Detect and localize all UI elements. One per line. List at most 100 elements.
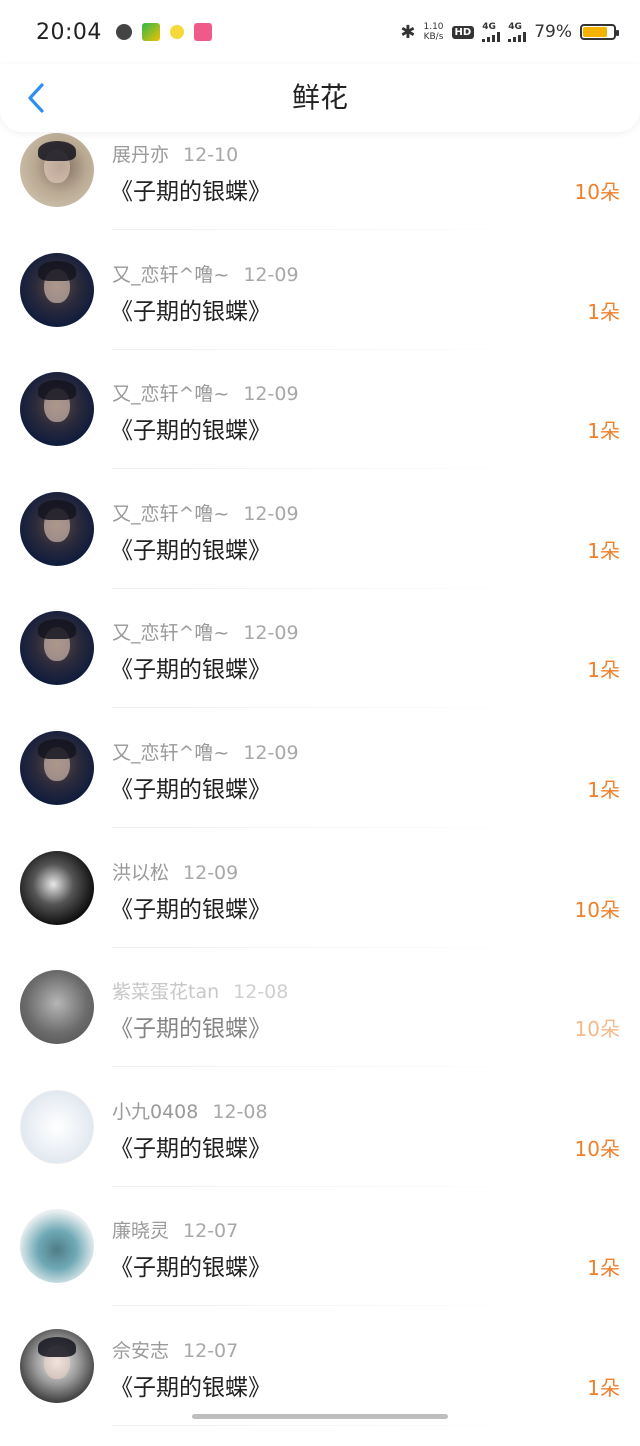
work-title[interactable]: 《子期的银蝶》	[110, 1248, 271, 1282]
item-meta: 廉晓灵 12-07	[112, 1216, 238, 1243]
battery-icon	[580, 24, 619, 40]
list-item[interactable]: 佘安志 12-07 《子期的银蝶》 1朵	[0, 1326, 640, 1446]
date: 12-08	[233, 981, 289, 1004]
avatar[interactable]	[20, 372, 94, 447]
divider	[112, 587, 552, 589]
item-meta: 洪以松 12-09	[112, 858, 238, 885]
nav-header: 鲜花	[0, 64, 640, 132]
list-item[interactable]: 又_恋轩^噜~ 12-09 《子期的银蝶》 1朵	[0, 608, 640, 728]
item-meta: 展丹亦 12-10	[112, 140, 238, 167]
list-item[interactable]: 又_恋轩^噜~ 12-09 《子期的银蝶》 1朵	[0, 250, 640, 370]
divider	[112, 348, 552, 350]
username[interactable]: 展丹亦	[112, 144, 169, 166]
list-item[interactable]: 洪以松 12-09 《子期的银蝶》 10朵	[0, 848, 640, 968]
signal-4g-1: 4G	[482, 22, 501, 42]
username[interactable]: 又_恋轩^噜~	[112, 503, 229, 525]
list-item[interactable]: 小九0408 12-08 《子期的银蝶》 10朵	[0, 1087, 640, 1207]
notification-icons	[115, 23, 212, 41]
avatar[interactable]	[20, 1328, 94, 1403]
home-indicator[interactable]	[192, 1414, 448, 1419]
battery-level	[583, 27, 607, 37]
avatar[interactable]	[20, 1209, 94, 1284]
avatar[interactable]	[20, 850, 94, 925]
username[interactable]: 廉晓灵	[112, 1220, 169, 1242]
list-item[interactable]: 展丹亦 12-10 《子期的银蝶》 10朵	[0, 130, 640, 250]
date: 12-09	[183, 861, 239, 884]
item-meta: 又_恋轩^噜~ 12-09	[112, 379, 299, 406]
hd-icon: HD	[451, 25, 475, 39]
divider	[112, 468, 552, 470]
network-speed: 1.10 KB/s	[423, 22, 443, 42]
item-meta: 小九0408 12-08	[112, 1097, 268, 1124]
divider	[112, 1185, 552, 1187]
username[interactable]: 小九0408	[112, 1101, 198, 1123]
list-item[interactable]: 又_恋轩^噜~ 12-09 《子期的银蝶》 1朵	[0, 489, 640, 609]
network-speed-value: 1.10	[423, 22, 444, 32]
username[interactable]: 又_恋轩^噜~	[112, 264, 229, 286]
date: 12-07	[183, 1220, 239, 1243]
username[interactable]: 又_恋轩^噜~	[112, 622, 229, 644]
page-title: 鲜花	[291, 81, 348, 114]
date: 12-09	[243, 263, 299, 286]
app-notification-icon	[141, 23, 160, 41]
avatar-hair	[38, 260, 76, 281]
work-title[interactable]: 《子期的银蝶》	[110, 890, 271, 924]
date: 12-09	[243, 383, 299, 406]
work-title[interactable]: 《子期的银蝶》	[110, 292, 271, 326]
date: 12-07	[183, 1339, 239, 1362]
item-meta: 又_恋轩^噜~ 12-09	[112, 260, 299, 287]
work-title[interactable]: 《子期的银蝶》	[110, 1368, 271, 1402]
divider	[112, 1305, 552, 1307]
work-title[interactable]: 《子期的银蝶》	[110, 650, 271, 684]
item-meta: 又_恋轩^噜~ 12-09	[112, 499, 299, 526]
date: 12-10	[183, 144, 239, 166]
avatar[interactable]	[20, 611, 94, 686]
avatar-hair	[38, 1336, 76, 1357]
item-meta: 佘安志 12-07	[112, 1336, 238, 1363]
item-meta: 又_恋轩^噜~ 12-09	[112, 738, 299, 765]
work-title[interactable]: 《子期的银蝶》	[110, 531, 271, 565]
bluetooth-icon: ✱	[400, 21, 416, 43]
divider	[112, 826, 552, 828]
network-speed-unit: KB/s	[423, 32, 444, 42]
battery-percent: 79%	[534, 22, 572, 42]
username[interactable]: 又_恋轩^噜~	[112, 383, 229, 405]
signal-bars-icon	[482, 31, 501, 42]
flower-count: 1朵	[587, 538, 620, 563]
status-indicators: ✱ 1.10 KB/s HD 4G 4G 79%	[400, 21, 619, 43]
list-item[interactable]: 紫菜蛋花tan 12-08 《子期的银蝶》 10朵	[0, 967, 640, 1087]
app-notification-icon	[169, 25, 184, 39]
status-bar: 20:04 ✱ 1.10 KB/s HD 4G 4G 79%	[0, 0, 640, 64]
username[interactable]: 佘安志	[112, 1340, 169, 1362]
avatar-hair	[38, 738, 76, 759]
avatar[interactable]	[20, 970, 94, 1045]
work-title[interactable]: 《子期的银蝶》	[110, 770, 271, 804]
divider	[112, 707, 552, 709]
list-item[interactable]: 又_恋轩^噜~ 12-09 《子期的银蝶》 1朵	[0, 728, 640, 848]
avatar[interactable]	[20, 730, 94, 805]
username[interactable]: 紫菜蛋花tan	[112, 981, 219, 1003]
avatar[interactable]	[20, 133, 94, 207]
work-title[interactable]: 《子期的银蝶》	[110, 1129, 271, 1163]
divider	[112, 946, 552, 948]
list-item[interactable]: 廉晓灵 12-07 《子期的银蝶》 1朵	[0, 1206, 640, 1326]
divider	[112, 229, 552, 230]
work-title[interactable]: 《子期的银蝶》	[110, 1009, 271, 1043]
network-type-label: 4G	[508, 21, 522, 32]
avatar[interactable]	[20, 1089, 94, 1164]
signal-4g-2: 4G	[508, 21, 527, 42]
avatar[interactable]	[20, 252, 94, 327]
work-title[interactable]: 《子期的银蝶》	[110, 411, 271, 445]
flower-count: 1朵	[587, 1375, 620, 1400]
username[interactable]: 洪以松	[112, 862, 169, 884]
avatar[interactable]	[20, 491, 94, 566]
divider	[112, 1066, 552, 1068]
username[interactable]: 又_恋轩^噜~	[112, 742, 229, 764]
flower-count: 1朵	[587, 1256, 620, 1281]
flower-count: 10朵	[574, 1017, 620, 1042]
list-item[interactable]: 又_恋轩^噜~ 12-09 《子期的银蝶》 1朵	[0, 369, 640, 489]
item-meta: 又_恋轩^噜~ 12-09	[112, 618, 299, 645]
date: 12-09	[243, 622, 299, 645]
work-title[interactable]: 《子期的银蝶》	[110, 172, 271, 206]
app-notification-icon	[193, 23, 212, 41]
